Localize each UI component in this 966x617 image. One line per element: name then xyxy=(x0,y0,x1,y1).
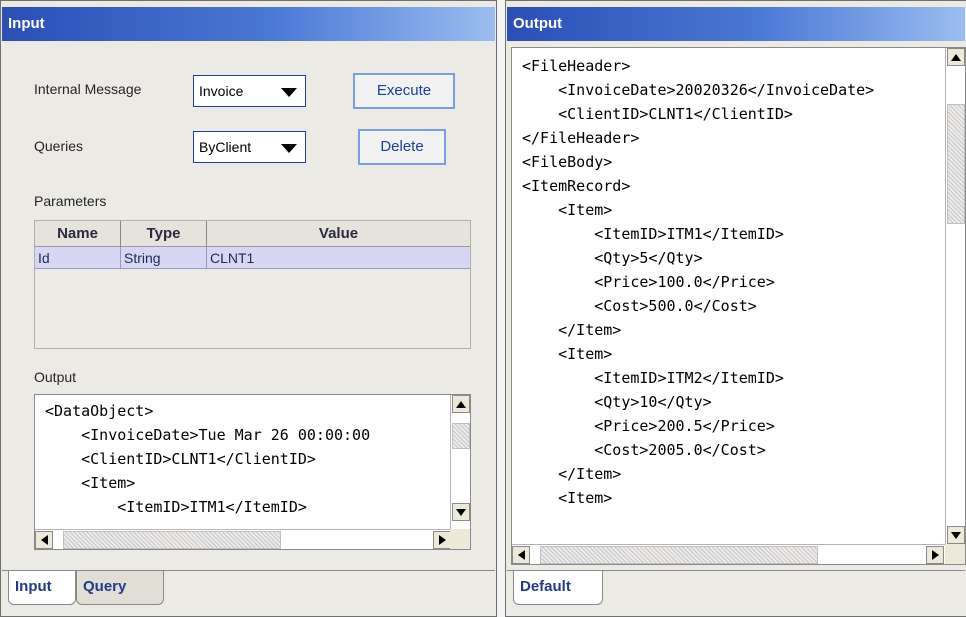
input-panel-tabbar: Input Query xyxy=(2,570,495,616)
tab-default[interactable]: Default xyxy=(513,571,603,605)
code-line: <Cost>2005.0</Cost> xyxy=(522,441,766,459)
code-line: <ItemID>ITM2</ItemID> xyxy=(522,369,784,387)
queries-select[interactable]: ByClient xyxy=(193,131,306,163)
chevron-down-icon xyxy=(281,88,297,97)
scroll-left-button[interactable] xyxy=(512,546,530,564)
arrow-right-icon xyxy=(931,550,939,560)
scroll-thumb[interactable] xyxy=(452,423,470,449)
param-name-cell[interactable]: Id xyxy=(35,247,121,269)
document-horizontal-scrollbar[interactable] xyxy=(512,544,946,564)
scroll-up-button[interactable] xyxy=(947,48,965,66)
chevron-down-icon xyxy=(281,144,297,153)
arrow-up-icon xyxy=(456,400,466,408)
code-line: <Item> xyxy=(522,201,613,219)
code-line: <Price>200.5</Price> xyxy=(522,417,775,435)
parameters-label: Parameters xyxy=(34,193,107,209)
arrow-right-icon xyxy=(438,535,446,545)
code-line: <Cost>500.0</Cost> xyxy=(522,297,757,315)
param-type-cell[interactable]: String xyxy=(121,247,207,269)
arrow-down-icon xyxy=(456,508,466,516)
code-line: <InvoiceDate>20020326</InvoiceDate> xyxy=(522,81,875,99)
scroll-up-button[interactable] xyxy=(452,395,470,413)
code-line: <ClientID>CLNT1</ClientID> xyxy=(522,105,793,123)
scroll-down-button[interactable] xyxy=(452,503,470,521)
tab-input[interactable]: Input xyxy=(8,571,76,605)
queries-label: Queries xyxy=(34,138,84,154)
code-line: <Price>100.0</Price> xyxy=(522,273,775,291)
code-line: </FileHeader> xyxy=(522,129,640,147)
panel-divider[interactable] xyxy=(497,0,505,617)
parameters-grid[interactable]: Name Type Value Id String CLNT1 xyxy=(34,220,471,349)
document-vertical-scrollbar[interactable] xyxy=(945,48,965,544)
scroll-thumb[interactable] xyxy=(540,546,818,564)
scroll-corner xyxy=(945,544,965,564)
code-line: <ItemRecord> xyxy=(522,177,631,195)
code-line: <Item> xyxy=(522,345,613,363)
output-panel-title: Output xyxy=(507,7,965,41)
code-line: <ClientID>CLNT1</ClientID> xyxy=(45,450,316,468)
output-text: <DataObject> <InvoiceDate>Tue Mar 26 00:… xyxy=(45,399,370,519)
output-document-area[interactable]: <FileHeader> <InvoiceDate>20020326</Invo… xyxy=(511,47,966,565)
delete-button[interactable]: Delete xyxy=(358,129,446,165)
internal-message-value: Invoice xyxy=(199,83,244,99)
code-line: <Qty>5</Qty> xyxy=(522,249,703,267)
output-panel: Output <FileHeader> <InvoiceDate>2002032… xyxy=(505,0,966,617)
code-line: <FileHeader> xyxy=(522,57,631,75)
code-line: <Item> xyxy=(45,474,136,492)
scroll-right-button[interactable] xyxy=(926,546,944,564)
code-line: <ItemID>ITM1</ItemID> xyxy=(522,225,784,243)
param-value-cell[interactable]: CLNT1 xyxy=(207,247,470,269)
output-text-area[interactable]: <DataObject> <InvoiceDate>Tue Mar 26 00:… xyxy=(34,394,471,550)
scroll-right-button[interactable] xyxy=(433,531,451,549)
arrow-left-icon xyxy=(40,535,48,545)
queries-value: ByClient xyxy=(199,139,252,155)
column-header-value[interactable]: Value xyxy=(207,221,470,247)
scroll-left-button[interactable] xyxy=(35,531,53,549)
arrow-down-icon xyxy=(951,531,961,539)
table-row[interactable]: Id String CLNT1 xyxy=(35,247,470,269)
output-label: Output xyxy=(34,369,77,385)
input-panel-title: Input xyxy=(2,7,495,41)
internal-message-select[interactable]: Invoice xyxy=(193,75,306,107)
output-panel-tabbar: Default xyxy=(507,570,965,616)
code-line: <DataObject> xyxy=(45,402,154,420)
execute-button[interactable]: Execute xyxy=(353,73,455,109)
internal-message-label: Internal Message xyxy=(34,81,142,97)
output-horizontal-scrollbar[interactable] xyxy=(35,529,451,549)
output-document-text: <FileHeader> <InvoiceDate>20020326</Invo… xyxy=(522,54,874,510)
code-line: <Item> xyxy=(522,489,613,507)
code-line: <InvoiceDate>Tue Mar 26 00:00:00 xyxy=(45,426,371,444)
code-line: <Qty>10</Qty> xyxy=(522,393,712,411)
input-panel: Input Internal Message Invoice Execute Q… xyxy=(0,0,497,617)
arrow-up-icon xyxy=(951,53,961,61)
code-line: <FileBody> xyxy=(522,153,613,171)
code-line: <ItemID>ITM1</ItemID> xyxy=(45,498,307,516)
scroll-thumb[interactable] xyxy=(947,104,965,224)
arrow-left-icon xyxy=(517,550,525,560)
output-vertical-scrollbar[interactable] xyxy=(450,395,470,531)
tab-query[interactable]: Query xyxy=(76,571,164,605)
code-line: </Item> xyxy=(522,321,622,339)
scroll-corner xyxy=(450,529,470,549)
code-line: </Item> xyxy=(522,465,622,483)
scroll-down-button[interactable] xyxy=(947,526,965,544)
column-header-name[interactable]: Name xyxy=(35,221,121,247)
parameters-grid-header: Name Type Value xyxy=(35,221,470,247)
column-header-type[interactable]: Type xyxy=(121,221,207,247)
scroll-thumb[interactable] xyxy=(63,531,281,549)
